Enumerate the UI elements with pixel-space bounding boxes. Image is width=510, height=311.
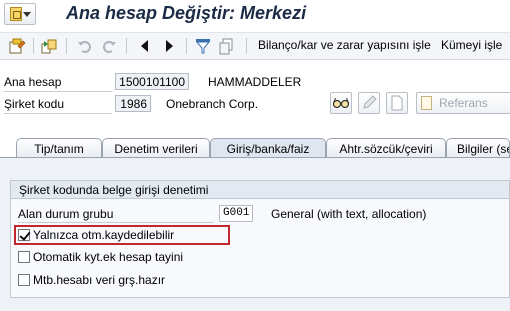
tab-entry-bank-interest[interactable]: Giriş/banka/faiz <box>210 138 326 159</box>
pencil-icon <box>363 95 377 109</box>
company-code-label: Şirket kodu <box>4 97 65 111</box>
tab-information[interactable]: Bilgiler (se <box>446 138 510 158</box>
tab-type-description[interactable]: Tip/tanım <box>16 138 102 158</box>
filter-icon[interactable] <box>194 37 212 55</box>
field-status-description: General (with text, allocation) <box>271 207 427 221</box>
toolbar-separator <box>33 38 34 54</box>
undo-icon[interactable] <box>76 37 94 55</box>
tab-keyword-translation[interactable]: Ahtr.sözcük/çeviri <box>326 138 446 158</box>
label-underline <box>4 91 112 92</box>
chevron-down-icon <box>23 12 31 17</box>
title-bar: Ana hesap Değiştir: Merkezi <box>0 0 510 30</box>
blank-page-icon <box>391 95 403 111</box>
tab-control-data[interactable]: Denetim verileri <box>102 138 210 158</box>
redo-icon[interactable] <box>100 37 118 55</box>
field-status-group-input[interactable]: G001 <box>219 205 253 222</box>
recon-account-ready-label: Mtb.hesabı veri grş.hazır <box>33 273 166 287</box>
supplement-auto-postings-checkbox[interactable] <box>18 251 30 263</box>
edit-pencil-button[interactable] <box>358 92 380 114</box>
label-underline <box>18 222 214 223</box>
edit-cluster-button[interactable]: Kümeyi işle <box>441 38 502 52</box>
toolbar-separator <box>66 38 67 54</box>
company-name: Onebranch Corp. <box>166 97 259 111</box>
document-icon <box>10 7 22 21</box>
account-label: Ana hesap <box>4 75 62 89</box>
toolbar-separator <box>186 38 187 54</box>
company-code-field[interactable]: 1986 <box>115 95 151 112</box>
reference-label: Referans <box>439 96 488 110</box>
account-number-field[interactable]: 1500101100 <box>115 73 189 90</box>
other-object-icon[interactable] <box>40 37 58 55</box>
toolbar-separator <box>246 38 247 54</box>
copy-icon[interactable] <box>218 37 236 55</box>
display-change-icon[interactable] <box>8 37 26 55</box>
field-status-group-label: Alan durum grubu <box>18 207 114 221</box>
reference-button[interactable]: Referans <box>416 92 510 114</box>
balance-sheet-structure-button[interactable]: Bilanço/kar ve zarar yapısını işle <box>258 38 431 52</box>
next-icon[interactable] <box>160 37 178 55</box>
account-description: HAMMADDELER <box>208 75 302 89</box>
post-automatically-only-checkbox[interactable] <box>18 229 30 241</box>
recon-account-ready-checkbox[interactable] <box>18 274 30 286</box>
toolbar-separator <box>126 38 127 54</box>
label-underline <box>4 113 112 114</box>
page-title: Ana hesap Değiştir: Merkezi <box>66 3 307 23</box>
new-page-button[interactable] <box>386 92 408 114</box>
glasses-icon <box>332 97 350 109</box>
application-toolbar: Bilanço/kar ve zarar yapısını işle Kümey… <box>0 32 510 60</box>
post-automatically-only-label: Yalnızca otm.kaydedilebilir <box>33 228 175 242</box>
supplement-auto-postings-label: Otomatik kyt.ek hesap tayini <box>33 250 184 264</box>
page-icon <box>421 96 432 110</box>
system-menu-button[interactable] <box>4 3 36 25</box>
group-title: Şirket kodunda belge girişi denetimi <box>10 180 510 199</box>
previous-icon[interactable] <box>136 37 154 55</box>
tab-strip: Tip/tanım Denetim verileri Giriş/banka/f… <box>0 138 510 159</box>
glasses-display-button[interactable] <box>330 92 352 114</box>
